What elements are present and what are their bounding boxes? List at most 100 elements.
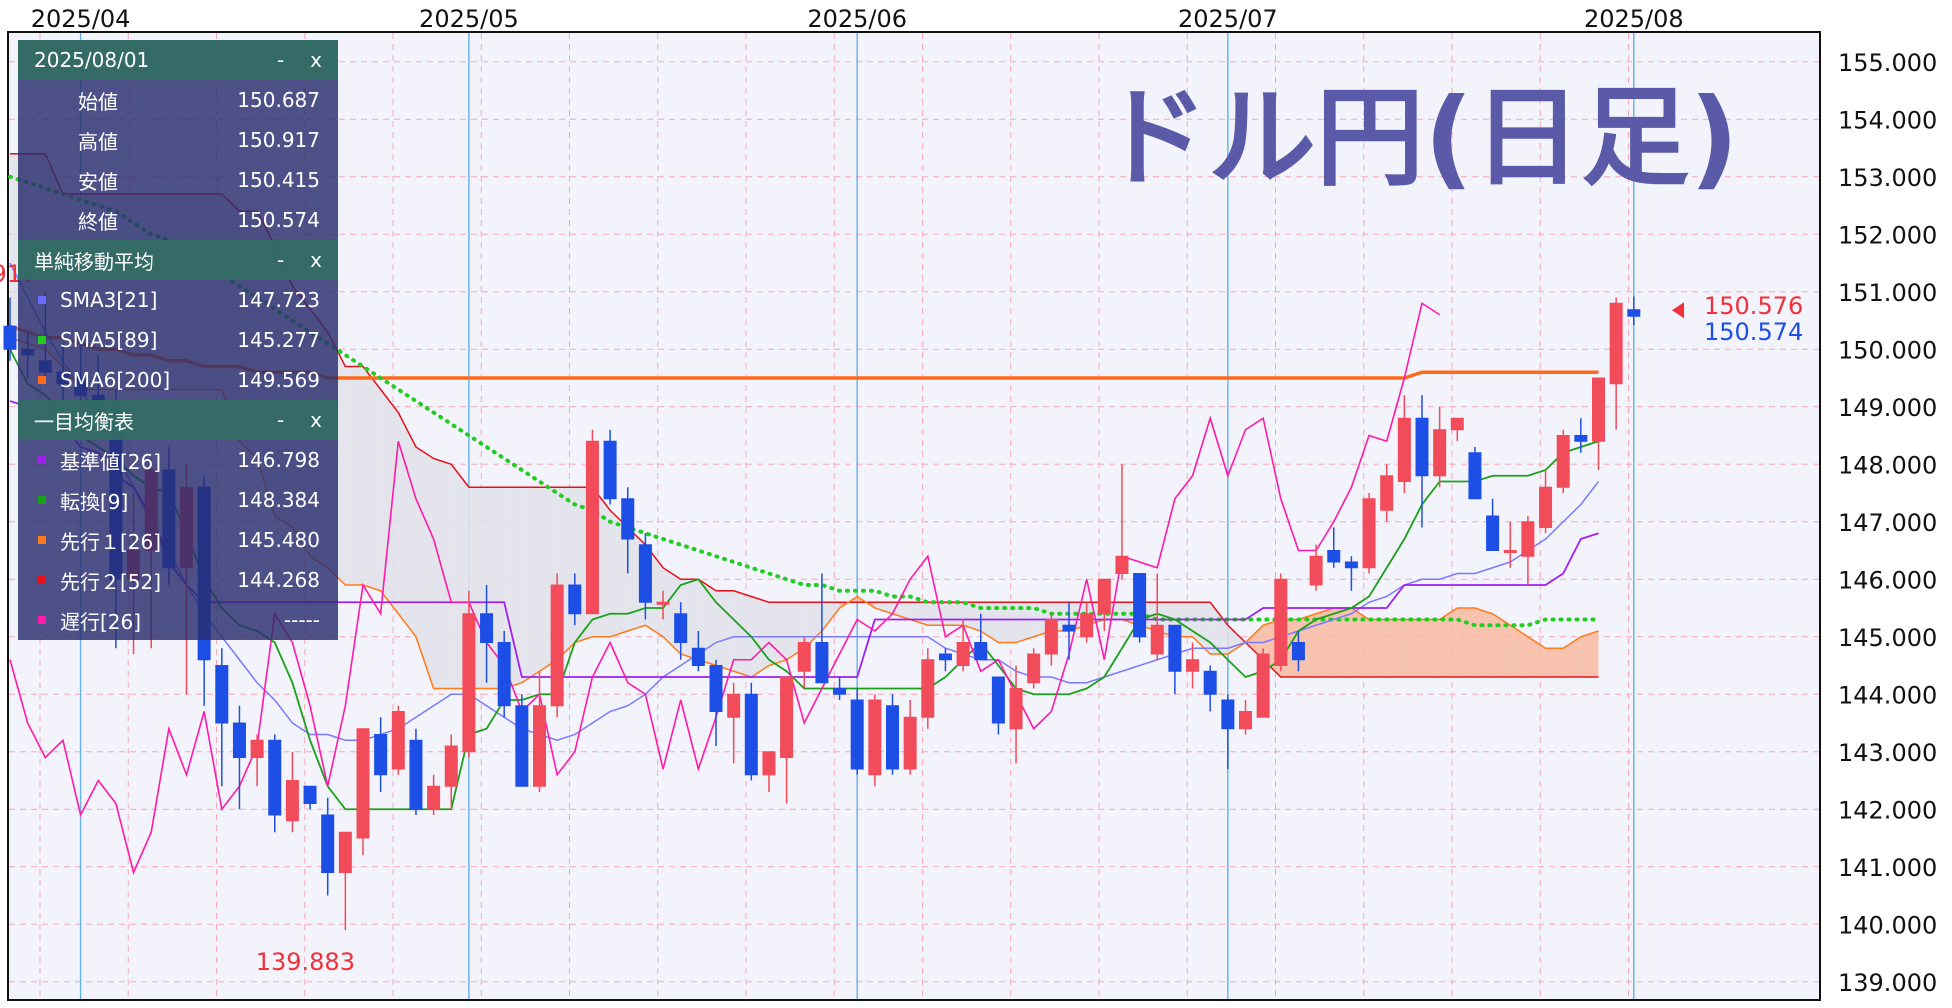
cloud-segment xyxy=(1369,619,1387,677)
candle-body xyxy=(1592,377,1605,442)
candle-body xyxy=(268,739,282,816)
candle-body xyxy=(621,498,635,540)
senkou1-marker xyxy=(38,536,46,544)
candle-body xyxy=(1097,578,1111,615)
y-tick-label: 147.000 xyxy=(1838,509,1937,537)
sma-panel-header[interactable]: 単純移動平均 - x xyxy=(18,240,338,280)
row-value: 147.723 xyxy=(237,288,320,312)
candle-body xyxy=(1627,309,1641,317)
close-button[interactable]: x xyxy=(310,48,322,72)
candle-body xyxy=(991,676,1005,724)
x-month-label: 2025/07 xyxy=(1178,5,1278,33)
tenkan-marker xyxy=(38,496,46,504)
candle-body xyxy=(1415,417,1429,477)
candle-body xyxy=(515,705,529,787)
x-month-label: 2025/06 xyxy=(807,5,907,33)
candle-body xyxy=(1521,521,1535,557)
cloud-segment xyxy=(1422,619,1440,677)
candle-body xyxy=(427,785,441,810)
y-tick-label: 143.000 xyxy=(1838,739,1937,767)
candle-body xyxy=(250,739,264,758)
row-label: SMA6[200] xyxy=(60,368,171,392)
row-value: 145.480 xyxy=(237,528,320,552)
row-label: 基準値[26] xyxy=(60,449,162,474)
ichimoku-panel-title: 一目均衡表 xyxy=(34,409,134,434)
candle-body xyxy=(1027,653,1041,684)
candle-body xyxy=(974,642,988,661)
candle-body xyxy=(321,814,335,873)
low-label: 139.883 xyxy=(256,948,355,976)
ohlc-row-low: 安値 150.415 xyxy=(18,160,338,200)
candle-body xyxy=(1539,486,1553,528)
candle-body xyxy=(1486,515,1500,551)
candle-body xyxy=(1133,573,1147,638)
kijun-row: 基準値[26] 146.798 xyxy=(18,440,338,480)
candle-body xyxy=(1397,417,1411,482)
y-tick-label: 140.000 xyxy=(1838,911,1937,939)
cloud-segment xyxy=(1404,619,1422,677)
row-label: SMA5[89] xyxy=(60,328,158,352)
row-value: 148.384 xyxy=(237,488,320,512)
y-tick-label: 144.000 xyxy=(1838,681,1937,709)
candle-body xyxy=(780,676,794,758)
candle-body xyxy=(656,601,670,605)
cloud-segment xyxy=(363,366,381,591)
senkou2-marker xyxy=(38,576,46,584)
candle-body xyxy=(1344,561,1358,569)
cloud-segment xyxy=(345,366,363,585)
ichimoku-panel-header[interactable]: 一目均衡表 - x xyxy=(18,400,338,440)
candle-body xyxy=(1062,624,1076,632)
row-label: 高値 xyxy=(78,129,118,154)
candle-body xyxy=(1221,699,1235,730)
y-tick-label: 145.000 xyxy=(1838,624,1937,652)
candle-body xyxy=(285,780,299,822)
close-button[interactable]: x xyxy=(310,408,322,432)
kijun-marker xyxy=(38,456,46,464)
candle-body xyxy=(1574,435,1588,442)
candle-body xyxy=(1080,613,1094,638)
minimize-button[interactable]: - xyxy=(277,408,284,432)
row-value: 146.798 xyxy=(237,448,320,472)
candle-body xyxy=(797,642,811,672)
candle-body xyxy=(903,716,917,770)
cloud-segment xyxy=(716,590,734,672)
candle-body xyxy=(1256,653,1270,718)
candle-body xyxy=(1009,688,1023,730)
minimize-button[interactable]: - xyxy=(277,248,284,272)
candle-body xyxy=(603,440,617,500)
candle-body xyxy=(1327,550,1341,563)
candle-body xyxy=(744,693,758,776)
candle-body xyxy=(1203,670,1217,695)
candle-body xyxy=(374,734,388,776)
candle-body xyxy=(533,705,546,787)
sma6-marker xyxy=(38,376,46,384)
ohlc-panel-title: 2025/08/01 xyxy=(34,48,150,72)
y-tick-label: 154.000 xyxy=(1838,106,1937,134)
close-button[interactable]: x xyxy=(310,248,322,272)
candle-body xyxy=(480,613,494,643)
sma5-row: SMA5[89] 145.277 xyxy=(18,320,338,360)
candle-body xyxy=(1168,624,1182,672)
candle-body xyxy=(338,831,352,873)
ohlc-row-open: 始値 150.687 xyxy=(18,80,338,120)
candle-body xyxy=(727,693,741,718)
candle-body xyxy=(585,440,599,615)
cloud-segment xyxy=(945,602,964,626)
candle-body xyxy=(868,699,882,776)
sma6-row: SMA6[200] 149.569 xyxy=(18,360,338,400)
row-label: 先行１[26] xyxy=(60,529,162,554)
minimize-button[interactable]: - xyxy=(277,48,284,72)
row-value: 149.569 xyxy=(237,368,320,392)
y-tick-label: 153.000 xyxy=(1838,164,1937,192)
y-tick-label: 148.000 xyxy=(1838,451,1937,479)
row-value: ----- xyxy=(283,608,320,632)
y-tick-label: 146.000 xyxy=(1838,566,1937,594)
sma3-row: SMA3[21] 147.723 xyxy=(18,280,338,320)
candle-body xyxy=(938,653,952,661)
candle-body xyxy=(956,642,970,666)
candle-body xyxy=(638,544,652,603)
ohlc-panel-header[interactable]: 2025/08/01 - x xyxy=(18,40,338,80)
row-label: 終値 xyxy=(78,209,118,234)
candle-body xyxy=(1274,578,1288,666)
ohlc-panel: 2025/08/01 - x 始値 150.687 高値 150.917 安値 150… xyxy=(18,40,338,640)
